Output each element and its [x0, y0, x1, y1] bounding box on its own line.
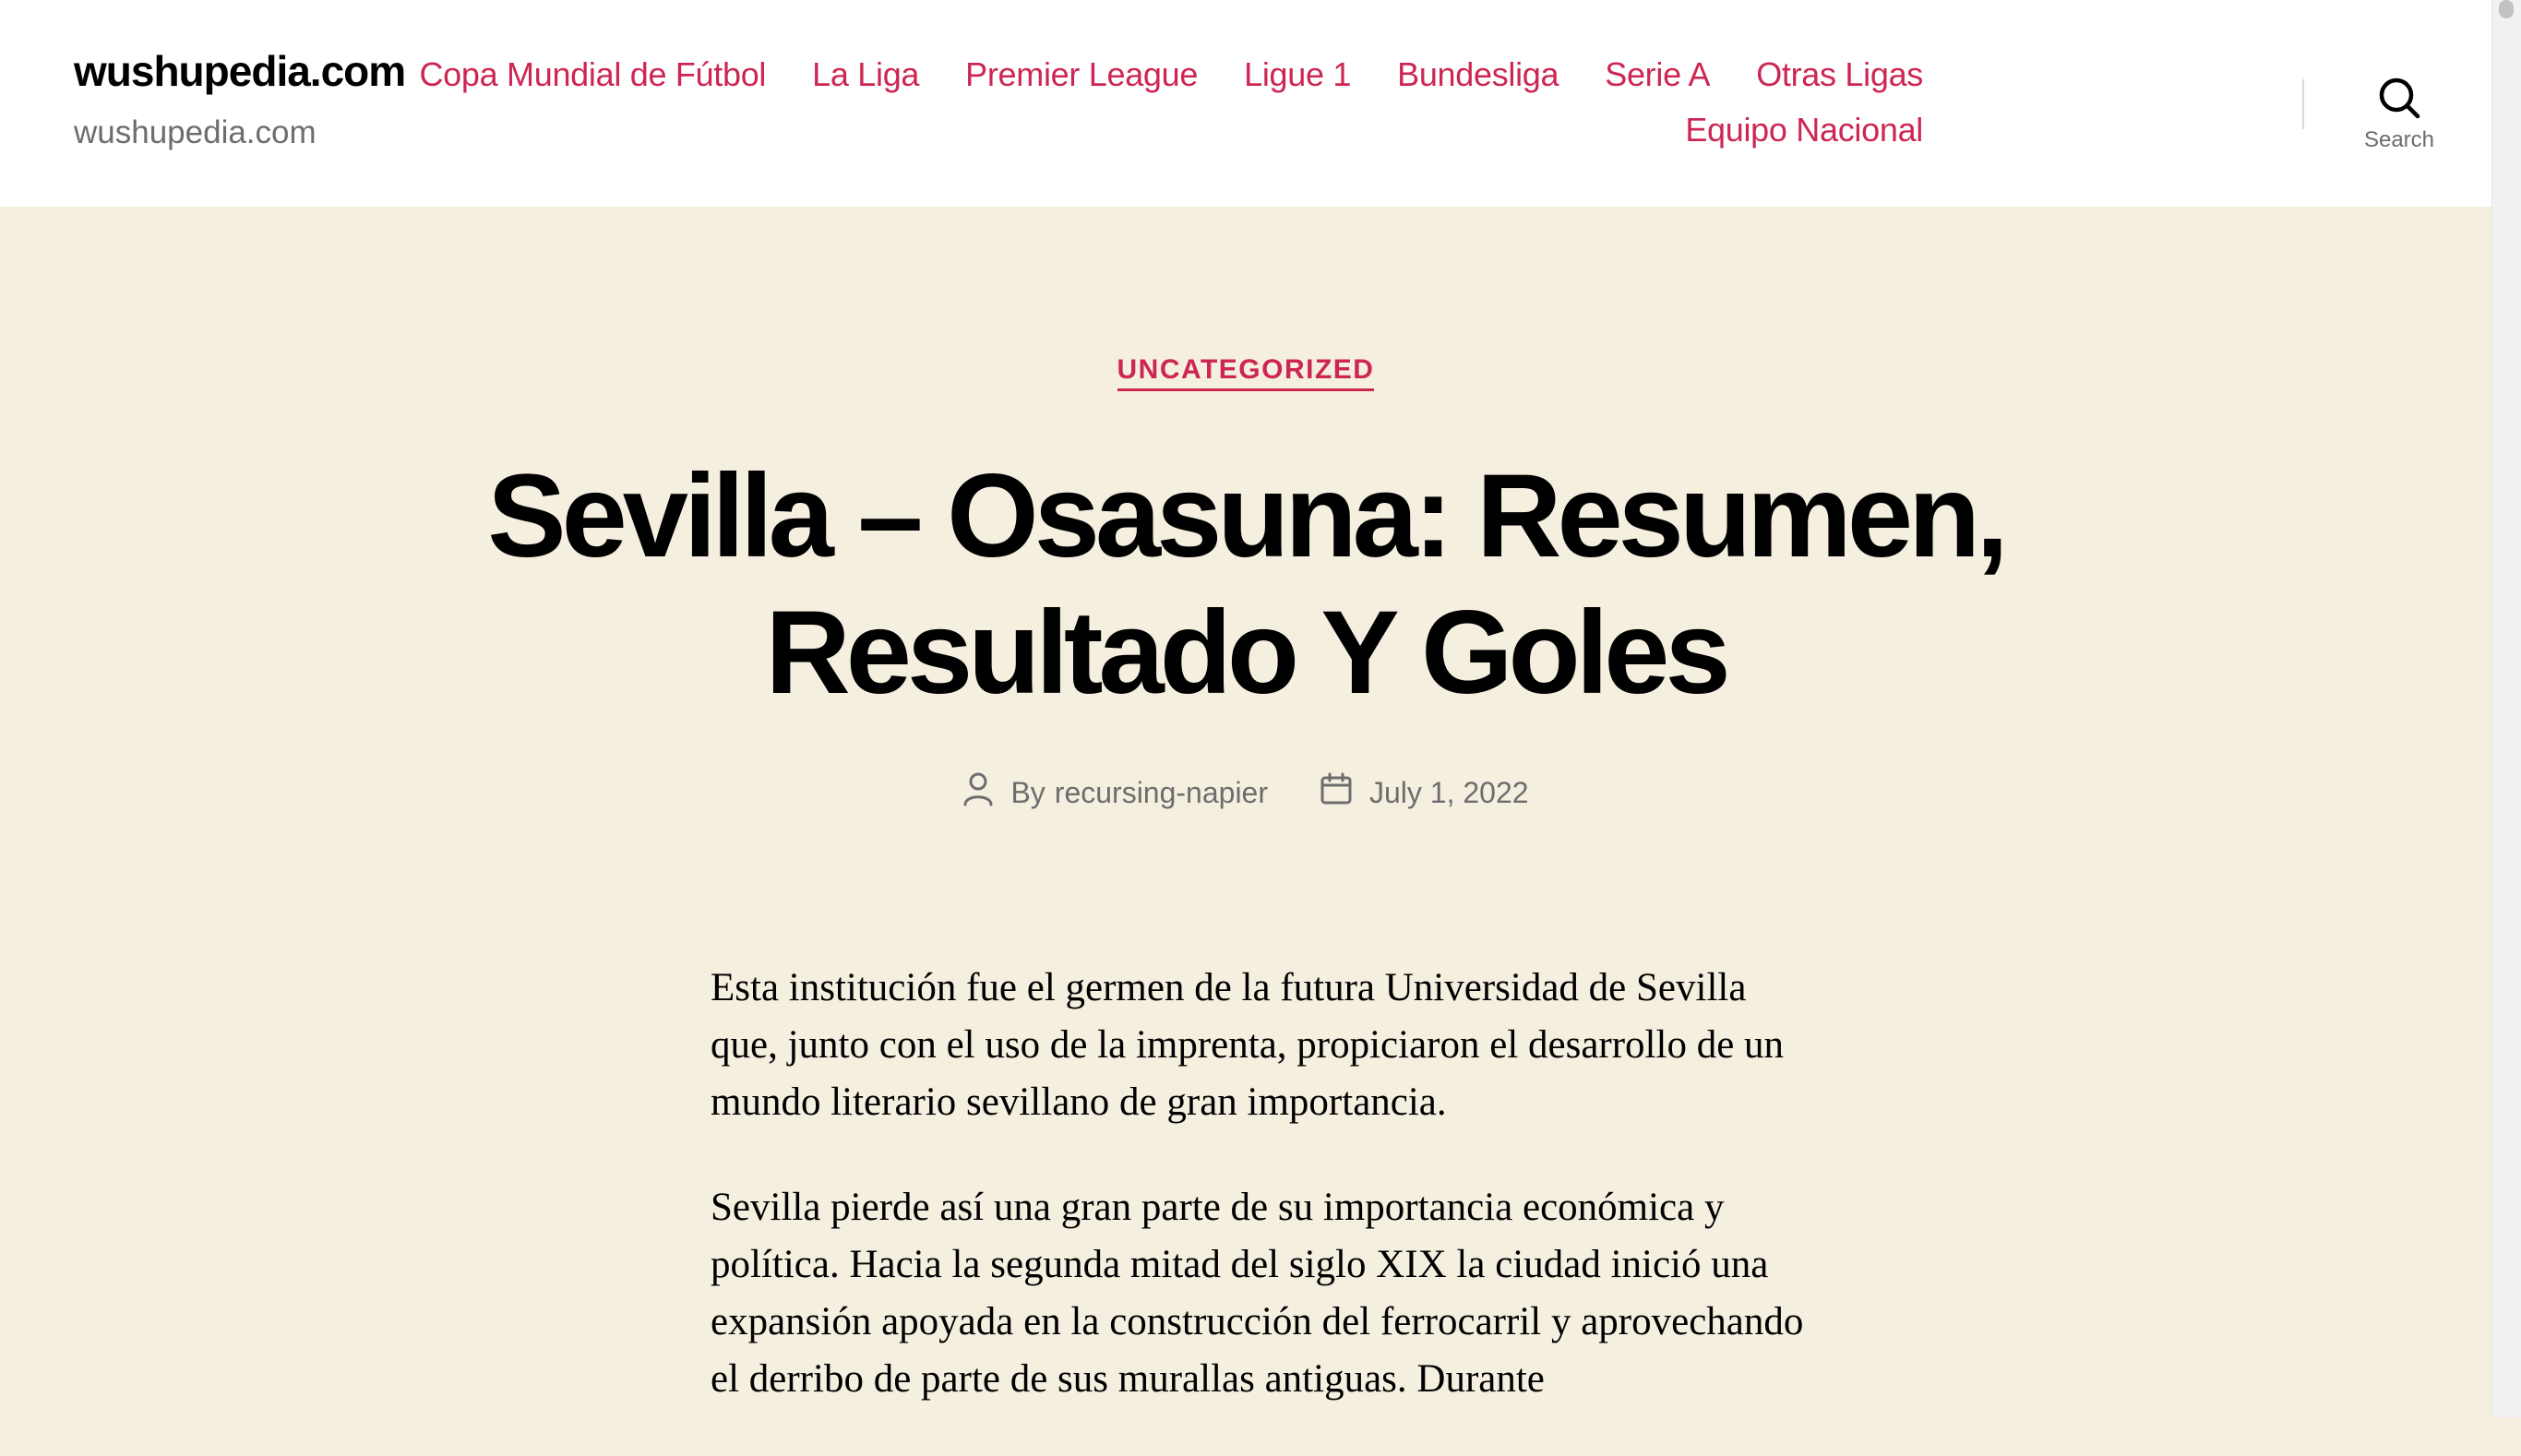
post-category: UNCATEGORIZED: [0, 354, 2491, 391]
site-header: wushupedia.com wushupedia.com Copa Mundi…: [0, 0, 2491, 207]
author-prefix: By: [1010, 775, 1045, 809]
menu-item-la-liga[interactable]: La Liga: [812, 54, 919, 96]
scrollbar-track[interactable]: [2491, 0, 2521, 1417]
menu-item-serie-a[interactable]: Serie A: [1605, 54, 1710, 96]
menu-divider: [2302, 79, 2304, 129]
category-link[interactable]: UNCATEGORIZED: [1117, 354, 1375, 391]
author-link[interactable]: recursing-napier: [1055, 776, 1268, 810]
paragraph: Esta institución fue el germen de la fut…: [711, 966, 1785, 1124]
site-description: wushupedia.com: [74, 114, 317, 150]
primary-menu: Copa Mundial de Fútbol La Liga Premier L…: [299, 54, 1923, 151]
paragraph: Sevilla pierde así una gran parte de su …: [711, 1186, 1804, 1401]
post-date: July 1, 2022: [1320, 772, 1529, 813]
post-author: By recursing-napier: [962, 771, 1268, 814]
search-button[interactable]: Search: [2335, 76, 2464, 168]
post-content: Esta institución fue el germen de la fut…: [711, 960, 1809, 1456]
menu-item-bundesliga[interactable]: Bundesliga: [1397, 54, 1559, 96]
calendar-icon: [1320, 772, 1353, 813]
search-label: Search: [2363, 127, 2435, 152]
menu-item-copa-mundial[interactable]: Copa Mundial de Fútbol: [419, 54, 766, 96]
menu-item-equipo-nacional[interactable]: Equipo Nacional: [1685, 109, 1923, 151]
scrollbar-thumb[interactable]: [2499, 0, 2514, 18]
user-icon: [962, 771, 994, 814]
search-icon: [2335, 76, 2464, 120]
menu-item-otras-ligas[interactable]: Otras Ligas: [1756, 54, 1923, 96]
date-link[interactable]: July 1, 2022: [1369, 776, 1529, 810]
post-title: Sevilla – Osasuna: Resumen, Resultado Y …: [487, 450, 2009, 719]
menu-item-premier-league[interactable]: Premier League: [965, 54, 1198, 96]
post-meta: By recursing-napier July 1, 2022: [0, 771, 2491, 814]
menu-item-ligue-1[interactable]: Ligue 1: [1244, 54, 1351, 96]
